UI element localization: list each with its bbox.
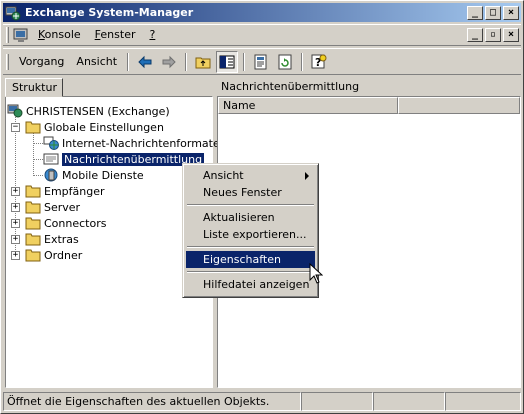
tree-item-server[interactable]: Server <box>25 199 80 215</box>
folder-icon <box>25 121 41 134</box>
tree-line <box>33 159 43 160</box>
context-menu: Ansicht Neues Fenster Aktualisieren List… <box>182 163 319 298</box>
toolbar-separator <box>243 52 246 71</box>
help-button[interactable]: ? <box>308 51 330 73</box>
menu-ansicht[interactable]: Ansicht <box>70 53 123 71</box>
menu-konsole[interactable]: Konsole <box>31 26 88 44</box>
main-window: Exchange System-Manager _ □ × Konsole Fe… <box>0 0 524 414</box>
menu-vorgang[interactable]: Vorgang <box>13 53 70 71</box>
ctx-item-ansicht[interactable]: Ansicht <box>186 167 315 184</box>
ctx-item-hilfedatei-anzeigen[interactable]: Hilfedatei anzeigen <box>186 276 315 293</box>
minimize-button[interactable]: _ <box>467 5 483 20</box>
maximize-button[interactable]: □ <box>485 5 501 20</box>
mdi-restore-button[interactable]: ▫ <box>485 28 501 42</box>
tree-item-label: Internet-Nachrichtenformate <box>62 136 220 150</box>
tree-expander[interactable]: − <box>11 123 20 132</box>
status-text: Öffnet die Eigenschaften des aktuellen O… <box>3 392 301 411</box>
folder-icon <box>25 201 41 214</box>
tree-item-extras[interactable]: Extras <box>25 231 79 247</box>
show-hide-tree-button[interactable] <box>216 50 239 73</box>
forward-arrow-icon <box>162 55 176 68</box>
ctx-item-aktualisieren[interactable]: Aktualisieren <box>186 209 315 226</box>
menu-help[interactable]: ? <box>142 26 162 44</box>
tree-item-nachrichtenuebermittlung[interactable]: Nachrichtenübermittlung <box>43 151 206 167</box>
exchange-app-icon <box>5 6 21 20</box>
tree-expander[interactable]: + <box>11 203 20 212</box>
tree-item-label: Mobile Dienste <box>62 168 144 182</box>
tree-item-label: Globale Einstellungen <box>44 120 164 134</box>
status-panel <box>445 392 521 411</box>
properties-button[interactable] <box>250 51 272 73</box>
tree-line <box>33 175 43 176</box>
details-pane-title: Nachrichtenübermittlung <box>221 80 360 93</box>
toolbar-grip[interactable] <box>6 53 9 70</box>
globe-icon <box>43 136 59 150</box>
mouse-cursor-icon <box>309 263 323 284</box>
up-folder-icon <box>195 57 211 68</box>
status-panel <box>373 392 445 411</box>
tree-item-ordner[interactable]: Ordner <box>25 247 82 263</box>
menu-fenster[interactable]: Fenster <box>88 26 143 44</box>
refresh-icon <box>278 54 292 69</box>
tree-item-label: Extras <box>44 232 79 246</box>
forward-button[interactable] <box>158 51 180 73</box>
title-bar[interactable]: Exchange System-Manager _ □ × <box>3 3 521 22</box>
tree-item-empfaenger[interactable]: Empfänger <box>25 183 105 199</box>
tree-item-label: CHRISTENSEN (Exchange) <box>26 104 170 118</box>
ctx-item-liste-exportieren[interactable]: Liste exportieren... <box>186 226 315 243</box>
tree-item-internet-nachrichtenformate[interactable]: Internet-Nachrichtenformate <box>43 135 220 151</box>
toolbar-separator <box>185 52 188 71</box>
tree-expander[interactable]: + <box>11 251 20 260</box>
status-panel <box>301 392 373 411</box>
help-icon: ? <box>311 54 327 69</box>
folder-icon <box>25 217 41 230</box>
ctx-item-neues-fenster[interactable]: Neues Fenster <box>186 184 315 201</box>
ctx-item-eigenschaften[interactable]: Eigenschaften <box>186 251 315 268</box>
properties-icon <box>254 54 267 69</box>
tree-item-mobile-dienste[interactable]: Mobile Dienste <box>43 167 144 183</box>
menu-bar: Konsole Fenster ? _ ▫ × <box>3 24 521 46</box>
back-button[interactable] <box>134 51 156 73</box>
folder-icon <box>25 249 41 262</box>
tree-expander[interactable]: + <box>11 219 20 228</box>
column-header-name[interactable]: Name <box>218 97 398 114</box>
tab-struktur[interactable]: Struktur <box>5 78 63 97</box>
toolbar-separator <box>301 52 304 71</box>
folder-icon <box>25 233 41 246</box>
server-org-icon <box>7 104 23 118</box>
mdi-minimize-button[interactable]: _ <box>467 28 483 42</box>
tree-item-label: Server <box>44 200 81 214</box>
toolbar: Vorgang Ansicht ? <box>3 48 521 75</box>
console-icon[interactable] <box>13 27 29 43</box>
tree-item-globale-einstellungen[interactable]: Globale Einstellungen <box>25 119 164 135</box>
menubar-grip[interactable] <box>6 27 9 43</box>
refresh-button[interactable] <box>274 51 296 73</box>
tree-line <box>33 128 34 176</box>
tree-expander[interactable]: + <box>11 235 20 244</box>
mobile-services-icon <box>44 168 58 182</box>
menu-separator <box>187 246 314 248</box>
submenu-arrow-icon <box>305 172 309 180</box>
tree-item-connectors[interactable]: Connectors <box>25 215 106 231</box>
mdi-close-button[interactable]: × <box>503 28 519 42</box>
tree-item-label: Connectors <box>44 216 107 230</box>
tree-item-label: Ordner <box>44 248 83 262</box>
up-level-button[interactable] <box>192 51 214 73</box>
status-bar: Öffnet die Eigenschaften des aktuellen O… <box>3 392 521 412</box>
message-delivery-icon <box>43 153 59 165</box>
tree-expander[interactable]: + <box>11 187 20 196</box>
tree-line <box>33 143 43 144</box>
menu-separator <box>187 204 314 206</box>
folder-icon <box>25 185 41 198</box>
toolbar-separator <box>127 52 130 71</box>
back-arrow-icon <box>138 55 152 68</box>
menu-separator <box>187 271 314 273</box>
tree-item-root[interactable]: CHRISTENSEN (Exchange) <box>7 103 170 119</box>
close-button[interactable]: × <box>503 5 519 20</box>
tree-item-label: Empfänger <box>44 184 105 198</box>
column-header-empty[interactable] <box>398 97 520 114</box>
show-hide-tree-icon <box>219 55 235 68</box>
window-title: Exchange System-Manager <box>25 6 194 19</box>
